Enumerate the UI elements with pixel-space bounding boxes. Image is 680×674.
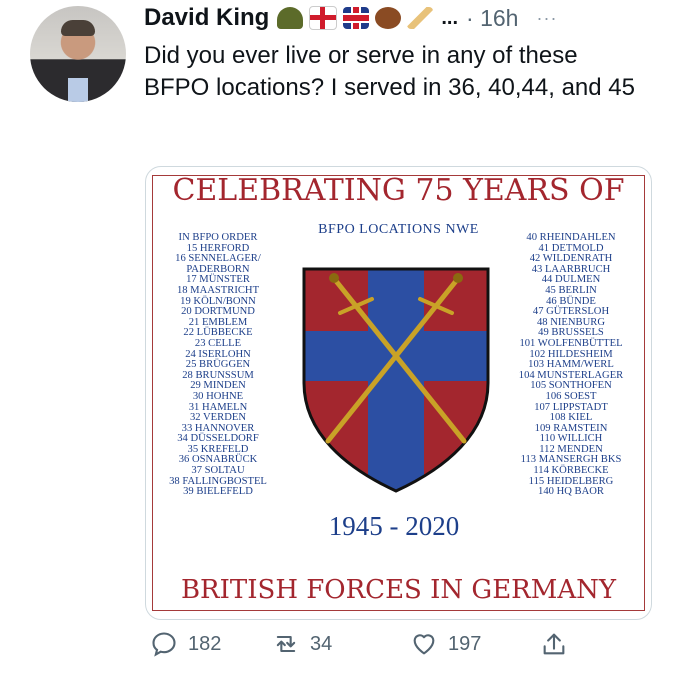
bfpo-entry: 23 CELLE	[194, 337, 242, 349]
military-helmet-icon	[277, 7, 304, 29]
heart-icon	[413, 634, 435, 655]
avatar[interactable]	[30, 6, 126, 102]
crossed-swords-shield-icon	[302, 267, 490, 493]
tweet-actions: 182 34 197	[0, 630, 680, 670]
bfpo-list-right: 40 RHEINDAHLEN 41 DETMOLD 42 WILDENRATH 43 …	[506, 232, 636, 498]
retweet-count: 34	[310, 632, 333, 655]
bfpo-entry: 45 BERLIN	[545, 284, 597, 296]
poster-years: 1945 - 2020	[328, 511, 460, 541]
tweet-time-value: 16h	[480, 4, 519, 31]
retweet-button[interactable]: 34	[272, 630, 332, 658]
poster-title: CELEBRATING 75 YEARS OF	[172, 173, 625, 208]
retweet-icon	[276, 635, 296, 653]
bfpo-entry: 18 MAASTRICHT	[176, 284, 260, 296]
reply-icon	[152, 632, 176, 657]
uk-flag-icon	[343, 7, 370, 29]
bfpo-entry: 30 HOHNE	[192, 390, 244, 402]
share-icon	[543, 633, 565, 655]
bfpo-list-left: IN BFPO ORDER 15 HERFORD 16 SENNELAGER/PAD…	[158, 232, 278, 498]
reply-button[interactable]: 182	[150, 630, 221, 658]
tweet-header: David King ... · 16h ···	[144, 2, 557, 34]
bfpo-entry: 40 RHEINDAHLEN	[526, 232, 616, 243]
cricket-bat-icon	[407, 7, 434, 29]
avatar-hair	[61, 20, 95, 36]
tweet-time[interactable]: · 16h	[466, 5, 518, 32]
poster-bottom-title: BRITISH FORCES IN GERMANY	[180, 575, 617, 605]
share-button[interactable]	[540, 630, 568, 658]
england-flag-icon	[309, 6, 338, 30]
bfpo-entry: 101 WOLFENBÜTTEL	[519, 337, 623, 349]
bfpo-entry: 106 SOEST	[545, 390, 597, 402]
bfpo-entry: IN BFPO ORDER	[178, 232, 258, 243]
bfpo-entry: 39 BIELEFELD	[183, 486, 253, 498]
rugby-ball-icon	[375, 7, 402, 29]
like-count: 197	[448, 632, 482, 655]
name-ellipsis: ...	[441, 6, 459, 29]
reply-count: 182	[188, 632, 222, 655]
author-name[interactable]: David King	[144, 4, 269, 32]
like-button[interactable]: 197	[410, 630, 481, 658]
name-emojis: ...	[277, 6, 458, 30]
bfpo-entry: 140 HQ BAOR	[538, 486, 604, 498]
more-options-icon[interactable]: ···	[536, 8, 557, 29]
tweet-text: Did you ever live or serve in any of the…	[144, 42, 635, 101]
avatar-shirt	[68, 78, 88, 102]
tweet-image[interactable]: CELEBRATING 75 YEARS OF BFPO LOCATIONS N…	[145, 166, 652, 620]
